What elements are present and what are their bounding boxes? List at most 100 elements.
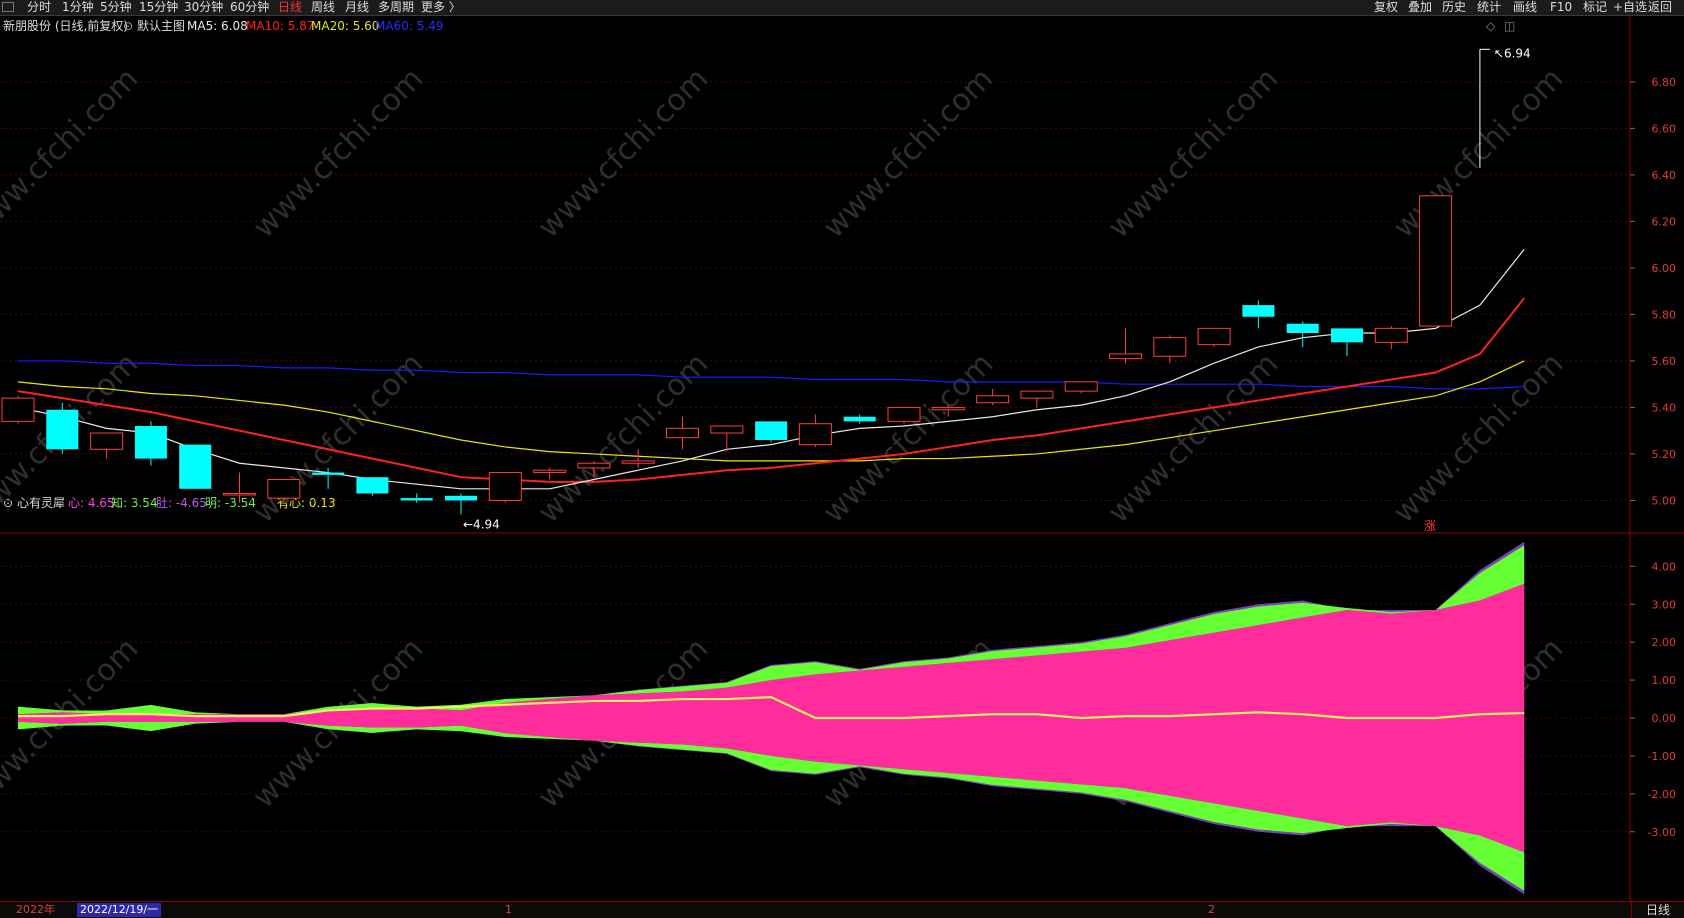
price-tick-label: 5.20 — [1652, 448, 1677, 461]
watermark: www.cfchi.com — [1386, 631, 1570, 815]
period-tab-6[interactable]: 日线 — [278, 0, 302, 15]
tool-button-0[interactable]: 复权 — [1374, 0, 1398, 15]
period-tab-9[interactable]: 多周期 — [378, 0, 414, 15]
period-tab-0[interactable]: 分时 — [27, 0, 51, 15]
tool-button-3[interactable]: 统计 — [1477, 0, 1501, 15]
tool-button-7[interactable]: +自选 — [1613, 0, 1647, 15]
tool-button-8[interactable]: 返回 — [1648, 0, 1672, 15]
watermark: www.cfchi.com — [1101, 631, 1285, 815]
ma60-line — [18, 360, 1525, 390]
candle-body — [1374, 327, 1408, 343]
candle-body — [179, 444, 212, 489]
indicator-tick-label: -2.00 — [1648, 788, 1676, 801]
collapse-icon[interactable]: ◇ — [1486, 19, 1495, 33]
low-price-marker: ←4.94 — [463, 517, 500, 531]
indicator-name[interactable]: 心有灵犀 — [17, 496, 65, 510]
kline-chart[interactable]: 6.80 6.60 6.40 6.20 6.00 5.80 5.60 5.40 5.20 5.00… — [0, 0, 1684, 918]
watermark: www.cfchi.com — [246, 346, 430, 530]
candle-body — [1020, 390, 1054, 399]
watermark: www.cfchi.com — [816, 61, 1000, 245]
price-tick-label: 6.40 — [1652, 169, 1677, 182]
candle-body — [1286, 323, 1319, 334]
price-tick-label: 5.80 — [1652, 308, 1677, 321]
cursor-date-label: 2022/12/19/一 — [77, 903, 162, 917]
ming-overflow-down — [18, 721, 1525, 891]
candle-body — [843, 416, 876, 422]
watermark: www.cfchi.com — [1386, 61, 1570, 245]
ma5-legend: MA5: 6.08 — [187, 19, 248, 33]
ming-legend: 明: -3.54 — [205, 496, 256, 510]
candle-body — [445, 495, 477, 501]
candle-body — [488, 472, 522, 501]
tool-button-6[interactable]: 标记 — [1583, 0, 1607, 15]
expand-panel-icon[interactable]: ◫ — [1504, 19, 1515, 33]
candle-body — [400, 498, 433, 501]
watermark: www.cfchi.com — [246, 631, 430, 815]
candle-body — [1331, 328, 1363, 343]
candle-body — [755, 421, 788, 440]
candle-body — [710, 425, 744, 434]
watermark: www.cfchi.com — [531, 346, 715, 530]
template-label[interactable]: 默认主图 — [137, 19, 185, 33]
price-tick-label: 5.00 — [1652, 494, 1677, 507]
tool-button-5[interactable]: F10 — [1550, 0, 1572, 15]
indicator-tick-label: 2.00 — [1652, 636, 1677, 649]
stock-title: 新朋股份 (日线,前复权) — [3, 19, 128, 33]
tool-button-2[interactable]: 历史 — [1442, 0, 1466, 15]
template-dropdown-icon[interactable]: ⊙ — [123, 19, 133, 33]
candle-body — [798, 423, 832, 446]
period-tab-5[interactable]: 60分钟 — [230, 0, 269, 15]
candle-body — [134, 426, 167, 459]
period-tab-2[interactable]: 5分钟 — [100, 0, 132, 15]
indicator-settings-icon[interactable]: ⊙ — [3, 496, 13, 510]
high-price-marker: ↖6.94 — [1494, 46, 1531, 60]
xin-du-band — [18, 541, 1525, 895]
watermark: www.cfchi.com — [1101, 346, 1285, 530]
tool-button-4[interactable]: 画线 — [1513, 0, 1537, 15]
price-tick-label: 6.60 — [1652, 122, 1677, 135]
time-axis — [0, 901, 1684, 918]
zhi-ming-band — [18, 583, 1525, 853]
zhi-overflow-up — [18, 545, 1525, 715]
candle-body — [1419, 195, 1453, 327]
candle-body — [577, 462, 611, 469]
watermark: www.cfchi.com — [531, 61, 715, 245]
watermark: www.cfchi.com — [0, 631, 145, 815]
period-tab-4[interactable]: 30分钟 — [184, 0, 223, 15]
indicator-tick-label: 1.00 — [1652, 674, 1677, 687]
ma20-legend: MA20: 5.60 — [311, 19, 380, 33]
candle-body — [1197, 327, 1231, 346]
du-legend: 肚: -4.65 — [156, 496, 207, 510]
ma10-line — [17, 297, 1525, 483]
indicator-tick-label: -1.00 — [1648, 750, 1676, 763]
price-tick-label: 5.60 — [1652, 355, 1677, 368]
candle-body — [1242, 305, 1275, 317]
candle-body — [931, 406, 965, 411]
youxin-line — [18, 696, 1525, 720]
candle-body — [356, 477, 389, 494]
watermark: www.cfchi.com — [1386, 346, 1570, 530]
ma20-line — [17, 360, 1525, 462]
zhi-legend: 知: 3.54 — [111, 496, 158, 510]
period-tab-8[interactable]: 月线 — [345, 0, 369, 15]
ma10-legend: MA10: 5.87 — [246, 19, 315, 33]
candle-body — [1, 397, 35, 422]
period-indicator[interactable]: 日线 — [1631, 902, 1684, 918]
window-menu-icon[interactable] — [2, 2, 14, 12]
candle-body — [976, 395, 1010, 404]
period-tab-10[interactable]: 更多 〉 — [421, 0, 461, 15]
watermark: www.cfchi.com — [531, 631, 715, 815]
ma5-line — [17, 248, 1525, 490]
candle-body — [1153, 337, 1187, 357]
indicator-tick-label: 0.00 — [1652, 712, 1677, 725]
indicator-tick-label: 3.00 — [1652, 598, 1677, 611]
tool-button-1[interactable]: 叠加 — [1408, 0, 1432, 15]
ma60-legend: MA60: 5.49 — [375, 19, 444, 33]
period-tab-3[interactable]: 15分钟 — [139, 0, 178, 15]
price-tick-label: 6.00 — [1652, 262, 1677, 275]
candle-body — [533, 469, 567, 474]
candle-body — [90, 432, 124, 450]
candle-body — [46, 409, 79, 450]
period-tab-1[interactable]: 1分钟 — [62, 0, 94, 15]
period-tab-7[interactable]: 周线 — [311, 0, 335, 15]
